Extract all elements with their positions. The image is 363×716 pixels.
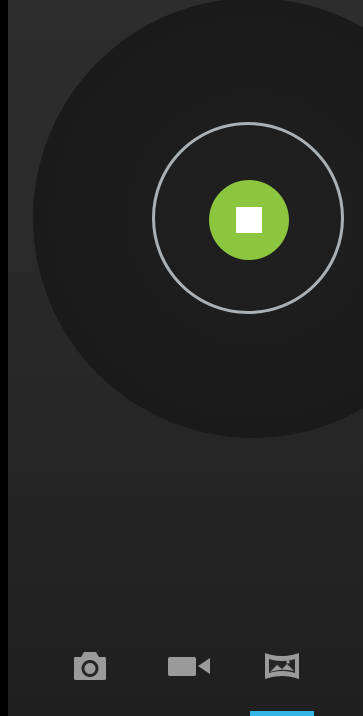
active-mode-indicator xyxy=(250,711,314,716)
video-mode-button[interactable] xyxy=(165,646,213,686)
stop-recording-button[interactable] xyxy=(209,180,289,260)
camera-mode-button[interactable] xyxy=(66,646,114,686)
camera-icon xyxy=(74,652,106,680)
panorama-mode-button[interactable] xyxy=(258,646,306,686)
stop-icon xyxy=(236,207,262,233)
video-camera-icon xyxy=(168,657,210,676)
mode-switcher-bar xyxy=(8,630,363,716)
camera-screen xyxy=(0,0,363,716)
panorama-icon xyxy=(265,653,299,679)
viewfinder-panel xyxy=(8,0,363,716)
